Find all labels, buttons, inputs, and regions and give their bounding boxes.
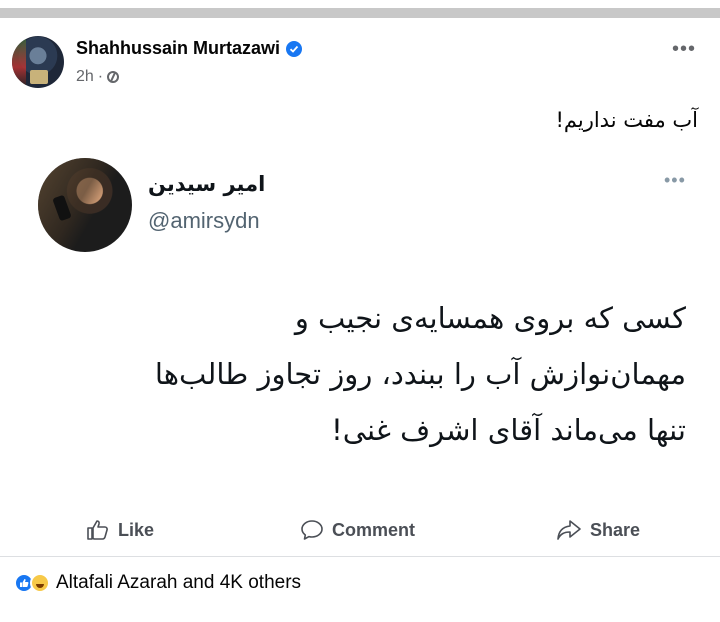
globe-icon: [107, 71, 120, 83]
tweet-line: کسی که بروی همسایه‌ی نجیب و: [294, 301, 686, 335]
author-avatar[interactable]: [12, 36, 64, 88]
comment-button[interactable]: Comment: [300, 510, 415, 550]
tweet-line: تنها می‌ماند آقای اشرف غنی!: [331, 413, 686, 447]
tweet-text: کسی که بروی همسایه‌ی نجیب و مهمان‌نوازش …: [66, 290, 686, 458]
like-label: Like: [118, 519, 155, 540]
divider: [0, 556, 720, 557]
meta-separator: ·: [97, 68, 104, 85]
post-meta: 2h ·: [76, 68, 120, 86]
tweet-author-name: امیر سیدین: [148, 172, 266, 196]
comment-bubble-icon: [301, 520, 323, 540]
post-caption: آب مفت نداریم!: [555, 108, 698, 132]
podium-image: [30, 70, 48, 84]
post-time[interactable]: 2h: [76, 68, 94, 86]
author-line: Shahhussain Murtazawi: [76, 38, 303, 59]
haha-reaction-icon: [30, 573, 50, 593]
tweet-screenshot: امیر سیدین @amirsydn ••• کسی که بروی همس…: [24, 150, 704, 480]
thumbs-up-icon: [87, 520, 108, 540]
post-header: Shahhussain Murtazawi 2h · •••: [12, 30, 708, 96]
verified-badge-icon: [286, 40, 303, 57]
share-arrow-icon: [557, 520, 581, 540]
tweet-line: مهمان‌نوازش آب را ببندد، روز تجاوز طالب‌…: [154, 357, 686, 391]
tweet-handle: @amirsydn: [148, 208, 260, 233]
post-actions: Like Comment Share: [0, 510, 720, 552]
flag-image: [12, 36, 26, 88]
reactions-summary[interactable]: Altafali Azarah and 4K others: [14, 572, 301, 594]
tweet-avatar: [38, 158, 132, 252]
reaction-count[interactable]: Altafali Azarah and 4K others: [56, 572, 301, 594]
like-button[interactable]: Like: [86, 510, 154, 550]
top-bar: [0, 0, 720, 22]
post-more-options-icon[interactable]: •••: [672, 38, 696, 61]
share-button[interactable]: Share: [556, 510, 640, 550]
tweet-more-icon: •••: [664, 170, 686, 190]
author-name[interactable]: Shahhussain Murtazawi: [76, 38, 280, 59]
share-label: Share: [590, 519, 641, 540]
comment-label: Comment: [332, 519, 416, 540]
